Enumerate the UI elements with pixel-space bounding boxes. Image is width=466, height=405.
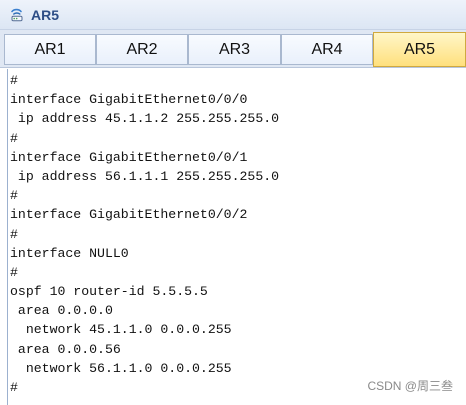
- console-line: network 56.1.1.0 0.0.0.255: [10, 360, 232, 376]
- console-lines: # interface GigabitEthernet0/0/0 ip addr…: [8, 71, 279, 397]
- console-line: area 0.0.0.0: [10, 303, 113, 319]
- console-line: interface GigabitEthernet0/0/2: [10, 207, 248, 223]
- tab-ar2[interactable]: AR2: [96, 34, 188, 65]
- console-line: interface NULL0: [10, 245, 129, 261]
- console-line: network 45.1.1.0 0.0.0.255: [10, 322, 232, 338]
- tab-ar1[interactable]: AR1: [4, 34, 96, 65]
- tab-ar3[interactable]: AR3: [188, 34, 281, 65]
- terminal-window: AR5 AR1 AR2 AR3 AR4 AR5 # interface Giga…: [0, 0, 466, 405]
- console-output[interactable]: # interface GigabitEthernet0/0/0 ip addr…: [7, 69, 466, 405]
- console-line: ospf 10 router-id 5.5.5.5: [10, 284, 208, 300]
- window-title: AR5: [31, 7, 60, 23]
- console-line: #: [10, 226, 18, 242]
- console-line: area 0.0.0.56: [10, 341, 121, 357]
- watermark-text: CSDN @周三叁: [367, 379, 453, 393]
- console-line: #: [10, 188, 18, 204]
- tab-ar4[interactable]: AR4: [281, 34, 373, 65]
- console-line: interface GigabitEthernet0/0/1: [10, 149, 248, 165]
- title-bar[interactable]: AR5: [0, 0, 466, 30]
- console-line: ip address 45.1.1.2 255.255.255.0: [10, 111, 280, 127]
- console-line: #: [10, 380, 18, 395]
- device-tab-bar: AR1 AR2 AR3 AR4 AR5: [0, 30, 466, 68]
- tab-ar5[interactable]: AR5: [373, 32, 466, 67]
- console-line: interface GigabitEthernet0/0/0: [10, 92, 248, 108]
- console-line: ip address 56.1.1.1 255.255.255.0: [10, 168, 280, 184]
- router-icon: [11, 8, 23, 22]
- console-line: #: [10, 130, 18, 146]
- console-line: #: [10, 264, 18, 280]
- console-line: #: [10, 73, 18, 88]
